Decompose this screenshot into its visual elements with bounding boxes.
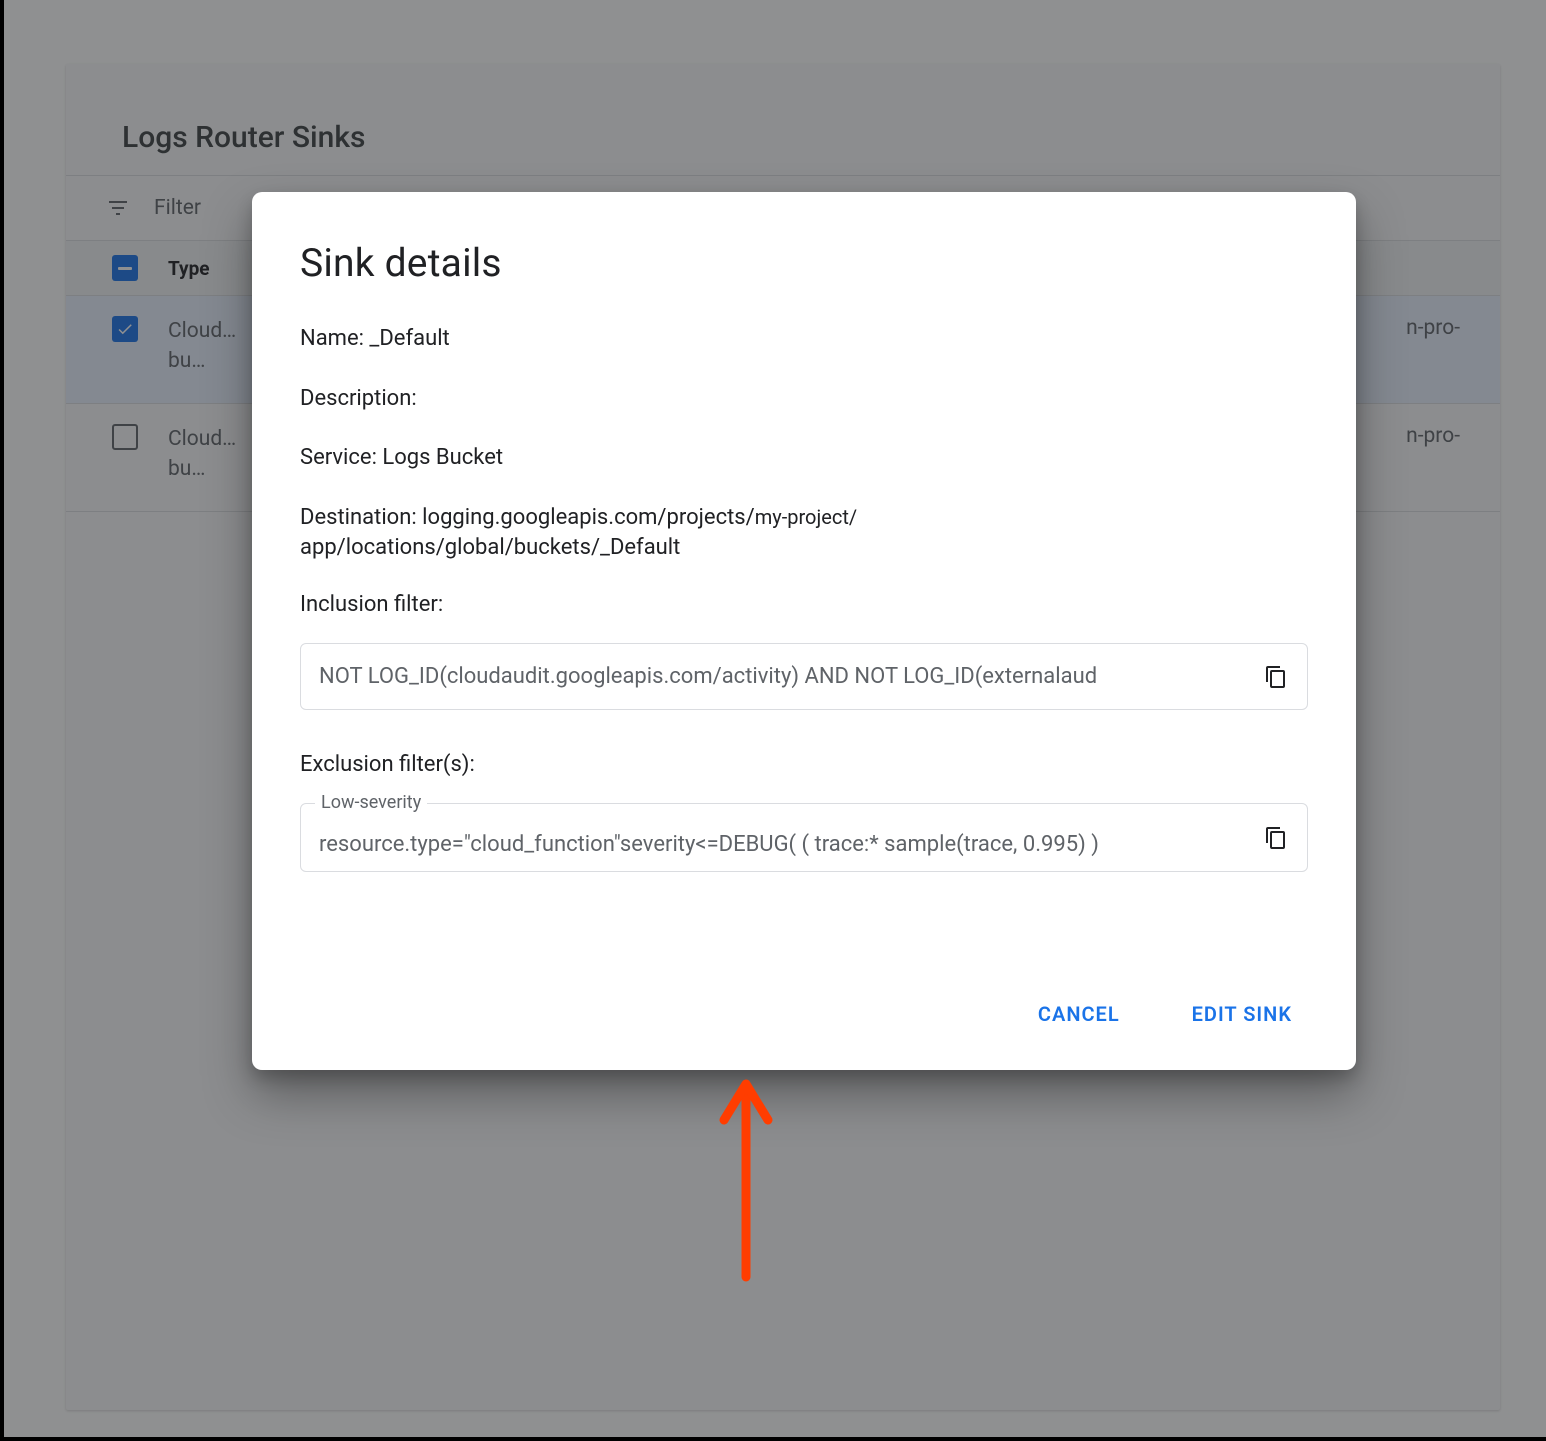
- service-field: Service: Logs Bucket: [300, 443, 1308, 473]
- name-value: _Default: [369, 326, 449, 351]
- service-value: Logs Bucket: [382, 445, 503, 470]
- cancel-button[interactable]: CANCEL: [1032, 992, 1126, 1036]
- service-label: Service:: [300, 445, 377, 470]
- sink-details-dialog: Sink details Name: _Default Description:…: [252, 192, 1356, 1070]
- dialog-actions: CANCEL EDIT SINK: [300, 992, 1308, 1036]
- inclusion-filter-label: Inclusion filter:: [300, 592, 1308, 617]
- exclusion-filter-label: Exclusion filter(s):: [300, 752, 1308, 777]
- description-label: Description:: [300, 386, 417, 411]
- destination-value-b: my-project/: [755, 505, 857, 529]
- copy-exclusion-button[interactable]: [1259, 821, 1293, 855]
- inclusion-filter-box: NOT LOG_ID(cloudaudit.googleapis.com/act…: [300, 643, 1308, 710]
- destination-field: Destination: logging.googleapis.com/proj…: [300, 503, 1300, 562]
- name-field: Name: _Default: [300, 324, 1308, 354]
- edit-sink-button[interactable]: EDIT SINK: [1186, 992, 1298, 1036]
- exclusion-legend: Low-severity: [315, 792, 427, 813]
- exclusion-filter-value: resource.type="cloud_function"severity<=…: [319, 832, 1237, 857]
- inclusion-filter-value: NOT LOG_ID(cloudaudit.googleapis.com/act…: [319, 664, 1097, 689]
- destination-value-a: logging.googleapis.com/projects/: [422, 505, 755, 530]
- destination-label: Destination:: [300, 505, 417, 530]
- exclusion-filter-box: Low-severity resource.type="cloud_functi…: [300, 803, 1308, 872]
- destination-value-c: app/locations/global/buckets/_Default: [300, 535, 680, 560]
- copy-icon: [1264, 826, 1288, 850]
- dialog-title: Sink details: [300, 240, 1308, 286]
- name-label: Name:: [300, 326, 364, 351]
- copy-icon: [1264, 665, 1288, 689]
- copy-inclusion-button[interactable]: [1259, 660, 1293, 694]
- description-field: Description:: [300, 384, 1308, 414]
